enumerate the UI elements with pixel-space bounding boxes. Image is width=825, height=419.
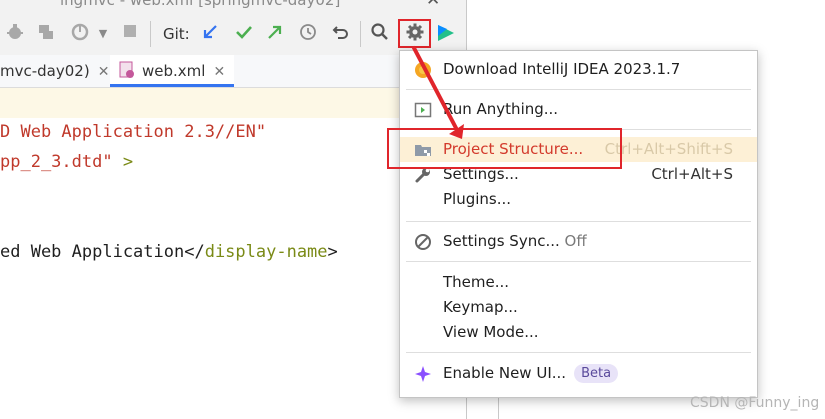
- current-line-highlight: [0, 88, 466, 118]
- jetbrains-logo-icon[interactable]: [434, 22, 458, 46]
- menu-item-label: Plugins...: [443, 190, 512, 208]
- history-icon[interactable]: [296, 22, 320, 46]
- tag-bracket: >: [112, 152, 134, 172]
- coverage-icon[interactable]: [34, 22, 58, 46]
- menu-item-download-update[interactable]: Download IntelliJ IDEA 2023.1.7: [400, 57, 757, 82]
- git-commit-icon[interactable]: [232, 22, 256, 46]
- code-line: D Web Application 2.3//EN": [0, 122, 266, 142]
- title-bar: ingmvc - web.xml [springmvc-day02] ✕: [0, 0, 466, 9]
- menu-item-shortcut: Ctrl+Alt+S: [651, 165, 733, 183]
- beta-badge: Beta: [574, 364, 619, 383]
- menu-item-label: Run Anything...: [443, 100, 559, 118]
- toolbar-divider: [150, 21, 151, 47]
- menu-divider: [406, 221, 751, 222]
- menu-item-label: Keymap...: [443, 298, 518, 316]
- tab-label: web.xml: [142, 62, 206, 80]
- ide-window: ingmvc - web.xml [springmvc-day02] ✕ ▼ G…: [0, 0, 467, 419]
- sync-status: Off: [564, 232, 587, 250]
- menu-item-enable-new-ui[interactable]: Enable New UI... Beta: [400, 361, 757, 386]
- menu-item-plugins[interactable]: Plugins...: [400, 187, 757, 212]
- menu-item-label: Settings Sync... Off: [443, 229, 587, 254]
- menu-item-keymap[interactable]: Keymap...: [400, 295, 757, 320]
- tab-label: mvc-day02): [0, 62, 90, 80]
- sparkle-icon: [414, 365, 432, 383]
- menu-divider: [406, 261, 751, 262]
- code-line: ed Web Application</display-name>: [0, 242, 338, 262]
- debug-icon[interactable]: [3, 22, 27, 46]
- window-title: ingmvc - web.xml [springmvc-day02]: [60, 0, 341, 9]
- menu-item-label: Enable New UI... Beta: [443, 361, 619, 386]
- watermark: CSDN @Funny_ing: [690, 395, 820, 411]
- menu-item-theme[interactable]: Theme...: [400, 270, 757, 295]
- menu-item-label: Download IntelliJ IDEA 2023.1.7: [443, 60, 681, 78]
- annotation-box-gear: [398, 19, 431, 48]
- menu-item-label: View Mode...: [443, 323, 539, 341]
- text-content: ed Web Application</: [0, 242, 205, 262]
- profile-icon[interactable]: [68, 22, 92, 46]
- tab-web-xml[interactable]: web.xml ✕: [110, 55, 235, 87]
- annotation-box-project-structure: [387, 128, 622, 169]
- xml-file-icon: [118, 58, 136, 78]
- menu-item-run-anything[interactable]: Run Anything...: [400, 97, 757, 122]
- string-literal: D Web Application 2.3//EN": [0, 122, 267, 142]
- tab-close-icon[interactable]: ✕: [98, 64, 110, 80]
- string-literal: pp_2_3.dtd": [0, 152, 113, 172]
- stop-icon[interactable]: [118, 22, 142, 46]
- menu-divider: [406, 89, 751, 90]
- menu-item-text: Settings Sync...: [443, 232, 560, 250]
- editor-tabs: mvc-day02) ✕ web.xml ✕: [0, 55, 466, 88]
- toolbar-divider: [360, 21, 361, 47]
- run-anything-icon: [414, 101, 432, 119]
- menu-item-view-mode[interactable]: View Mode...: [400, 320, 757, 345]
- rollback-icon[interactable]: [329, 22, 353, 46]
- dropdown-icon[interactable]: ▼: [91, 22, 115, 46]
- tag-bracket: >: [327, 242, 338, 262]
- settings-popup-menu: Download IntelliJ IDEA 2023.1.7 Run Anyt…: [399, 50, 758, 398]
- git-update-icon[interactable]: [198, 22, 222, 46]
- tab-close-icon[interactable]: ✕: [213, 64, 225, 80]
- tab-springmvc-day02[interactable]: mvc-day02) ✕: [0, 55, 117, 87]
- menu-item-text: Enable New UI...: [443, 364, 567, 382]
- main-toolbar: ▼ Git:: [0, 9, 466, 60]
- menu-divider: [406, 352, 751, 353]
- git-label: Git:: [163, 25, 190, 43]
- xml-tag-name: display-name: [204, 242, 328, 262]
- menu-item-label: Theme...: [443, 273, 510, 291]
- menu-item-settings-sync[interactable]: Settings Sync... Off: [400, 229, 757, 254]
- window-close-button[interactable]: ✕: [426, 0, 440, 9]
- update-icon: [414, 61, 432, 79]
- git-push-icon[interactable]: [263, 22, 287, 46]
- search-icon[interactable]: [368, 22, 392, 46]
- menu-item-shortcut: Ctrl+Alt+Shift+S: [604, 140, 733, 158]
- sync-off-icon: [414, 233, 432, 251]
- code-line: pp_2_3.dtd" >: [0, 152, 133, 172]
